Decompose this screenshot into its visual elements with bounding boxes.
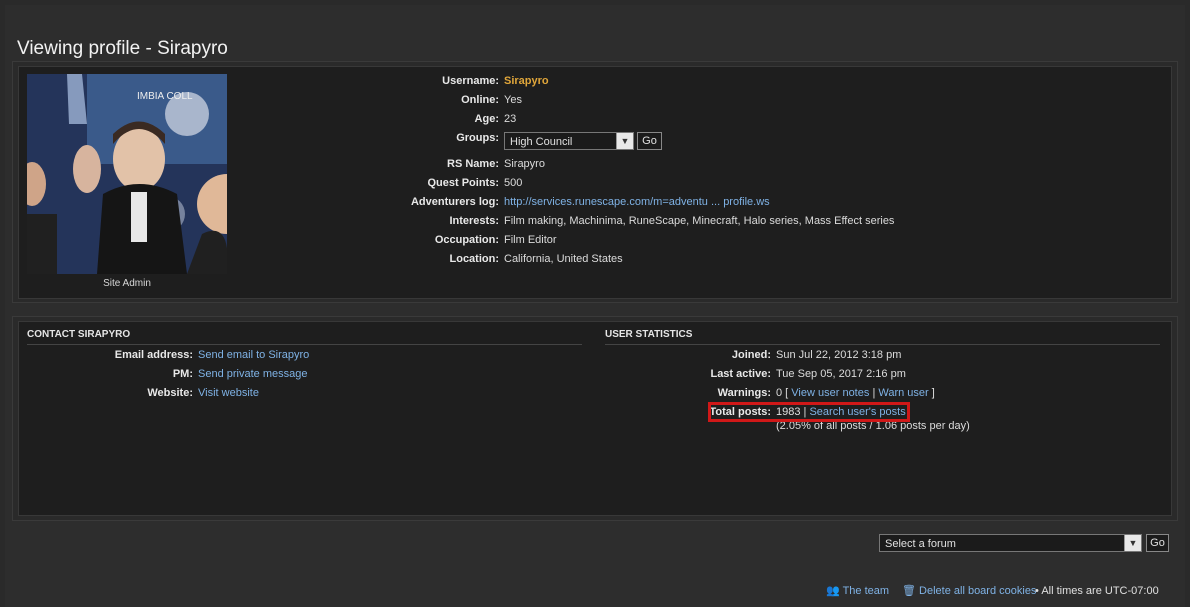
interests-value: Film making, Machinima, RuneScape, Minec…: [504, 215, 895, 227]
view-notes-link[interactable]: View user notes: [791, 387, 869, 399]
warnings-count: 0 [: [776, 387, 789, 399]
groups-selected: High Council: [510, 136, 573, 148]
forum-select-placeholder: Select a forum: [885, 538, 956, 550]
warnings-separator: |: [872, 387, 876, 399]
total-posts-highlight: [708, 402, 910, 422]
location-value: California, United States: [504, 253, 623, 265]
team-link[interactable]: The team: [843, 585, 889, 597]
groups-go-button[interactable]: Go: [637, 132, 662, 150]
avatar-caption: Site Admin: [103, 278, 151, 289]
chevron-down-icon: ▼: [616, 133, 633, 149]
advlog-label: Adventurers log:: [410, 196, 499, 208]
trash-icon: 🗑: [902, 585, 916, 597]
stats-divider: [605, 344, 1160, 345]
chevron-down-icon: ▼: [1124, 535, 1141, 551]
occupation-label: Occupation:: [434, 234, 499, 246]
warn-user-link[interactable]: Warn user: [878, 387, 928, 399]
online-label: Online:: [461, 94, 499, 106]
page-title: Viewing profile - Sirapyro: [17, 38, 228, 59]
forum-go-button[interactable]: Go: [1146, 534, 1169, 552]
active-label: Last active:: [710, 368, 771, 380]
occupation-value: Film Editor: [504, 234, 557, 246]
timezone-text: All times are UTC-07:00: [1041, 585, 1159, 597]
username-label: Username:: [442, 75, 499, 87]
interests-label: Interests:: [449, 215, 499, 227]
rsname-label: RS Name:: [447, 158, 499, 170]
groups-select[interactable]: High Council ▼: [504, 132, 634, 150]
age-value: 23: [504, 113, 517, 125]
rsname-value: Sirapyro: [504, 158, 545, 170]
location-label: Location:: [449, 253, 500, 265]
online-value: Yes: [504, 94, 522, 106]
groups-label: Groups:: [456, 132, 499, 144]
team-icon: 👥: [826, 585, 840, 597]
advlog-link[interactable]: http://services.runescape.com/m=adventu …: [504, 194, 770, 210]
contact-divider: [27, 344, 582, 345]
age-label: Age:: [474, 113, 499, 125]
bullet-icon: •: [1035, 585, 1039, 597]
stats-heading: USER STATISTICS: [605, 329, 693, 340]
delete-cookies-link[interactable]: Delete all board cookies: [919, 585, 1036, 597]
warnings-close: ]: [931, 387, 935, 399]
quest-label: Quest Points:: [427, 177, 499, 189]
quest-value: 500: [504, 177, 523, 189]
username-link[interactable]: Sirapyro: [504, 73, 549, 89]
joined-value: Sun Jul 22, 2012 3:18 pm: [776, 349, 902, 361]
active-value: Tue Sep 05, 2017 2:16 pm: [776, 368, 906, 380]
joined-label: Joined:: [731, 349, 771, 361]
warnings-label: Warnings:: [717, 387, 771, 399]
contact-heading: CONTACT SIRAPYRO: [27, 329, 131, 340]
forum-select[interactable]: Select a forum ▼: [879, 534, 1142, 552]
